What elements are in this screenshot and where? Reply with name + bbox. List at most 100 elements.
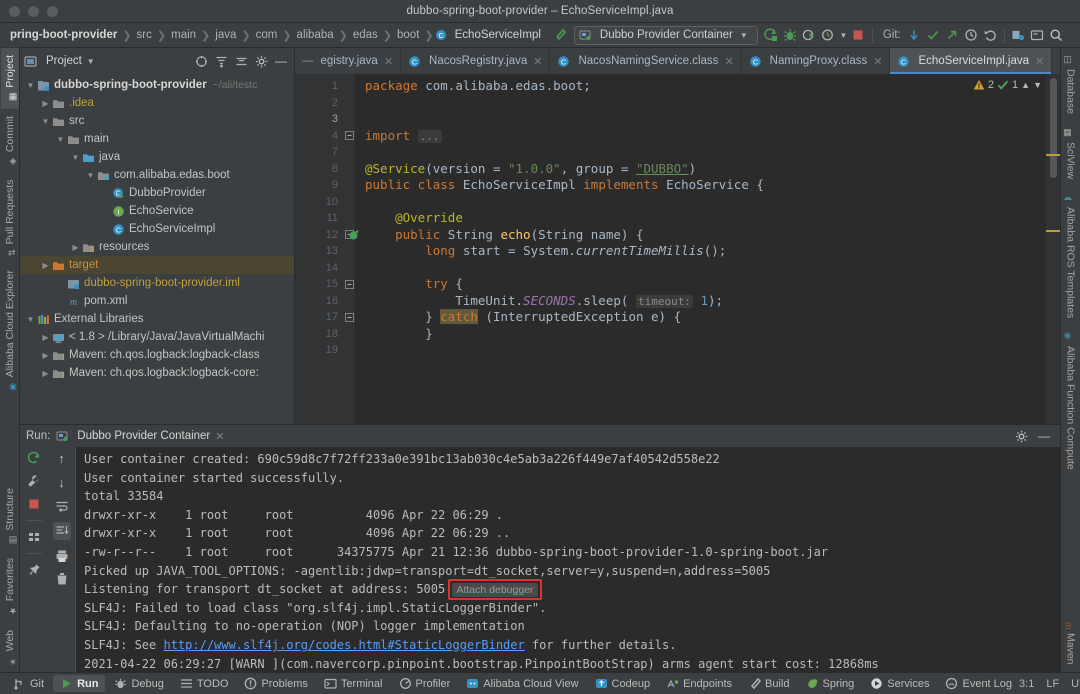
hide-panel-icon[interactable]: — xyxy=(275,57,287,65)
line-number[interactable]: 14 xyxy=(295,260,343,277)
sidebar-item-alibaba-function-compute[interactable]: ✺ Alibaba Function Compute xyxy=(1062,325,1080,477)
breadcrumb-item-com[interactable]: com xyxy=(252,29,282,41)
tree-node-dubbo-spring-boot-provider-iml[interactable]: dubbo-spring-boot-provider.iml xyxy=(20,274,294,292)
line-number[interactable]: 16 xyxy=(295,293,343,310)
scroll-up-icon[interactable]: ↑ xyxy=(58,451,65,466)
breadcrumb-item-edas[interactable]: edas xyxy=(349,29,382,41)
code-line[interactable] xyxy=(365,194,1046,211)
chevron-down-icon[interactable]: ▼ xyxy=(24,81,37,90)
sidebar-item-favorites[interactable]: ★ Favorites xyxy=(1,551,19,622)
status-tool-services[interactable]: Services xyxy=(863,675,936,692)
maximize-window-button[interactable] xyxy=(47,6,58,17)
tree-node-src[interactable]: ▼src xyxy=(20,112,294,130)
marker-warning[interactable] xyxy=(1046,154,1060,156)
collapse-all-icon[interactable] xyxy=(235,55,248,68)
rerun-icon[interactable] xyxy=(27,451,41,465)
line-number[interactable]: 2 xyxy=(295,95,343,112)
line-number[interactable]: 9 xyxy=(295,177,343,194)
editor-tab-abstractregi[interactable]: CAbstractRegi xyxy=(1052,48,1060,74)
code-line[interactable]: try { xyxy=(365,276,1046,293)
tree-node-main[interactable]: ▼main xyxy=(20,130,294,148)
code-line[interactable] xyxy=(365,342,1046,359)
console-actions-strip[interactable]: ↑ ↓ xyxy=(48,447,76,672)
status-tool-problems[interactable]: Problems xyxy=(237,675,314,692)
status-tool-todo[interactable]: TODO xyxy=(173,675,236,692)
code-line[interactable]: @Service(version = "1.0.0", group = "DUB… xyxy=(365,161,1046,178)
code-line[interactable]: } xyxy=(365,326,1046,343)
clear-all-icon[interactable] xyxy=(55,572,69,586)
line-number[interactable]: 7 xyxy=(295,144,343,161)
caret-position[interactable]: 3:1 xyxy=(1019,678,1034,690)
debug-icon[interactable] xyxy=(781,26,800,45)
sidebar-item-maven[interactable]: m Maven xyxy=(1062,615,1080,672)
line-number[interactable]: 15 xyxy=(295,276,343,293)
run-with-coverage-icon[interactable] xyxy=(800,26,819,45)
rollback-icon[interactable] xyxy=(981,26,1000,45)
status-tool-event-log[interactable]: Event Log xyxy=(938,675,1019,692)
status-tool-profiler[interactable]: Profiler xyxy=(392,675,458,692)
editor-tab-egistry-java[interactable]: —egistry.java✕ xyxy=(295,48,401,74)
editor-tab-echoserviceimpl-java[interactable]: CEchoServiceImpl.java✕ xyxy=(890,48,1052,74)
project-tree[interactable]: ▼dubbo-spring-boot-provider~/ali/testc▶.… xyxy=(20,74,294,424)
code-line[interactable]: public class EchoServiceImpl implements … xyxy=(365,177,1046,194)
previous-highlight-icon[interactable]: ▲ xyxy=(1021,80,1030,90)
tree-node-external-libraries[interactable]: ▼External Libraries xyxy=(20,310,294,328)
tree-node-com-alibaba-edas-boot[interactable]: ▼com.alibaba.edas.boot xyxy=(20,166,294,184)
breadcrumb-item-java[interactable]: java xyxy=(211,29,240,41)
run-actions-strip[interactable] xyxy=(20,447,48,672)
sidebar-item-database[interactable]: ◫ Database xyxy=(1062,48,1080,121)
close-icon[interactable]: ✕ xyxy=(724,55,733,68)
tab-overflow-icon[interactable]: — xyxy=(302,55,314,67)
stop-icon[interactable] xyxy=(27,497,41,511)
editor-tab-nacosregistry-java[interactable]: CNacosRegistry.java✕ xyxy=(401,48,550,74)
editor-tab-bar[interactable]: —egistry.java✕CNacosRegistry.java✕CNacos… xyxy=(295,48,1060,74)
editor-scrollbar[interactable] xyxy=(1046,74,1060,424)
line-number[interactable]: 1 xyxy=(295,78,343,95)
breadcrumb[interactable]: pring-boot-provider ❯ src ❯ main ❯ java … xyxy=(6,29,545,42)
line-number[interactable]: 19 xyxy=(295,342,343,359)
breadcrumb-item-class[interactable]: EchoServiceImpl xyxy=(451,29,545,41)
status-tool-spring[interactable]: Spring xyxy=(799,675,862,692)
close-icon[interactable]: ✕ xyxy=(1035,55,1044,68)
fold-toggle-icon[interactable] xyxy=(343,309,355,326)
build-icon[interactable] xyxy=(551,26,570,45)
settings-wrench-icon[interactable] xyxy=(27,474,41,488)
code-line[interactable]: package com.alibaba.edas.boot; xyxy=(365,78,1046,95)
chevron-down-icon[interactable]: ▼ xyxy=(24,315,37,324)
scroll-to-end-icon[interactable] xyxy=(53,522,71,540)
structure-icon[interactable] xyxy=(1009,26,1028,45)
history-icon[interactable] xyxy=(962,26,981,45)
tree-node-maven-ch-qos-logback-logback-class[interactable]: ▶Maven: ch.qos.logback:logback-class xyxy=(20,346,294,364)
chevron-down-icon[interactable]: ▼ xyxy=(87,57,95,66)
sidebar-item-sciview[interactable]: ▦ SciView xyxy=(1062,121,1080,186)
fold-toggle-icon[interactable] xyxy=(343,128,355,145)
code-editor[interactable]: 123478910111213141516171819 package com.… xyxy=(295,74,1060,424)
editor-tab-nacosnamingservice-class[interactable]: CNacosNamingService.class✕ xyxy=(550,48,741,74)
minimize-window-button[interactable] xyxy=(28,6,39,17)
commit-icon[interactable] xyxy=(924,26,943,45)
chevron-down-icon[interactable]: ▼ xyxy=(54,135,67,144)
tree-node-maven-ch-qos-logback-logback-core[interactable]: ▶Maven: ch.qos.logback:logback-core: xyxy=(20,364,294,382)
soft-wrap-icon[interactable] xyxy=(55,499,69,513)
terminal-icon[interactable] xyxy=(1028,26,1047,45)
tree-node-echoserviceimpl[interactable]: CEchoServiceImpl xyxy=(20,220,294,238)
stop-icon[interactable] xyxy=(849,26,868,45)
update-project-icon[interactable] xyxy=(905,26,924,45)
chevron-right-icon[interactable]: ▶ xyxy=(39,261,52,270)
status-tool-run[interactable]: Run xyxy=(53,675,105,692)
breadcrumb-item-src[interactable]: src xyxy=(133,29,156,41)
code-line[interactable]: import ... xyxy=(365,128,1046,145)
sidebar-item-project[interactable]: ▦ Project xyxy=(1,48,19,109)
expand-all-icon[interactable] xyxy=(215,55,228,68)
line-separator[interactable]: LF xyxy=(1046,678,1059,690)
rerun-icon[interactable] xyxy=(762,26,781,45)
chevron-down-icon[interactable]: ▼ xyxy=(838,26,849,45)
breadcrumb-item-boot[interactable]: boot xyxy=(393,29,423,41)
tree-node-java[interactable]: ▼java xyxy=(20,148,294,166)
fold-toggle-icon[interactable] xyxy=(343,276,355,293)
pin-icon[interactable] xyxy=(27,563,41,577)
inspection-widget[interactable]: 2 1 ▲ ▼ xyxy=(973,79,1042,91)
close-icon[interactable]: ✕ xyxy=(215,430,224,443)
chevron-down-icon[interactable]: ▼ xyxy=(39,117,52,126)
code-line[interactable]: long start = System.currentTimeMillis(); xyxy=(365,243,1046,260)
